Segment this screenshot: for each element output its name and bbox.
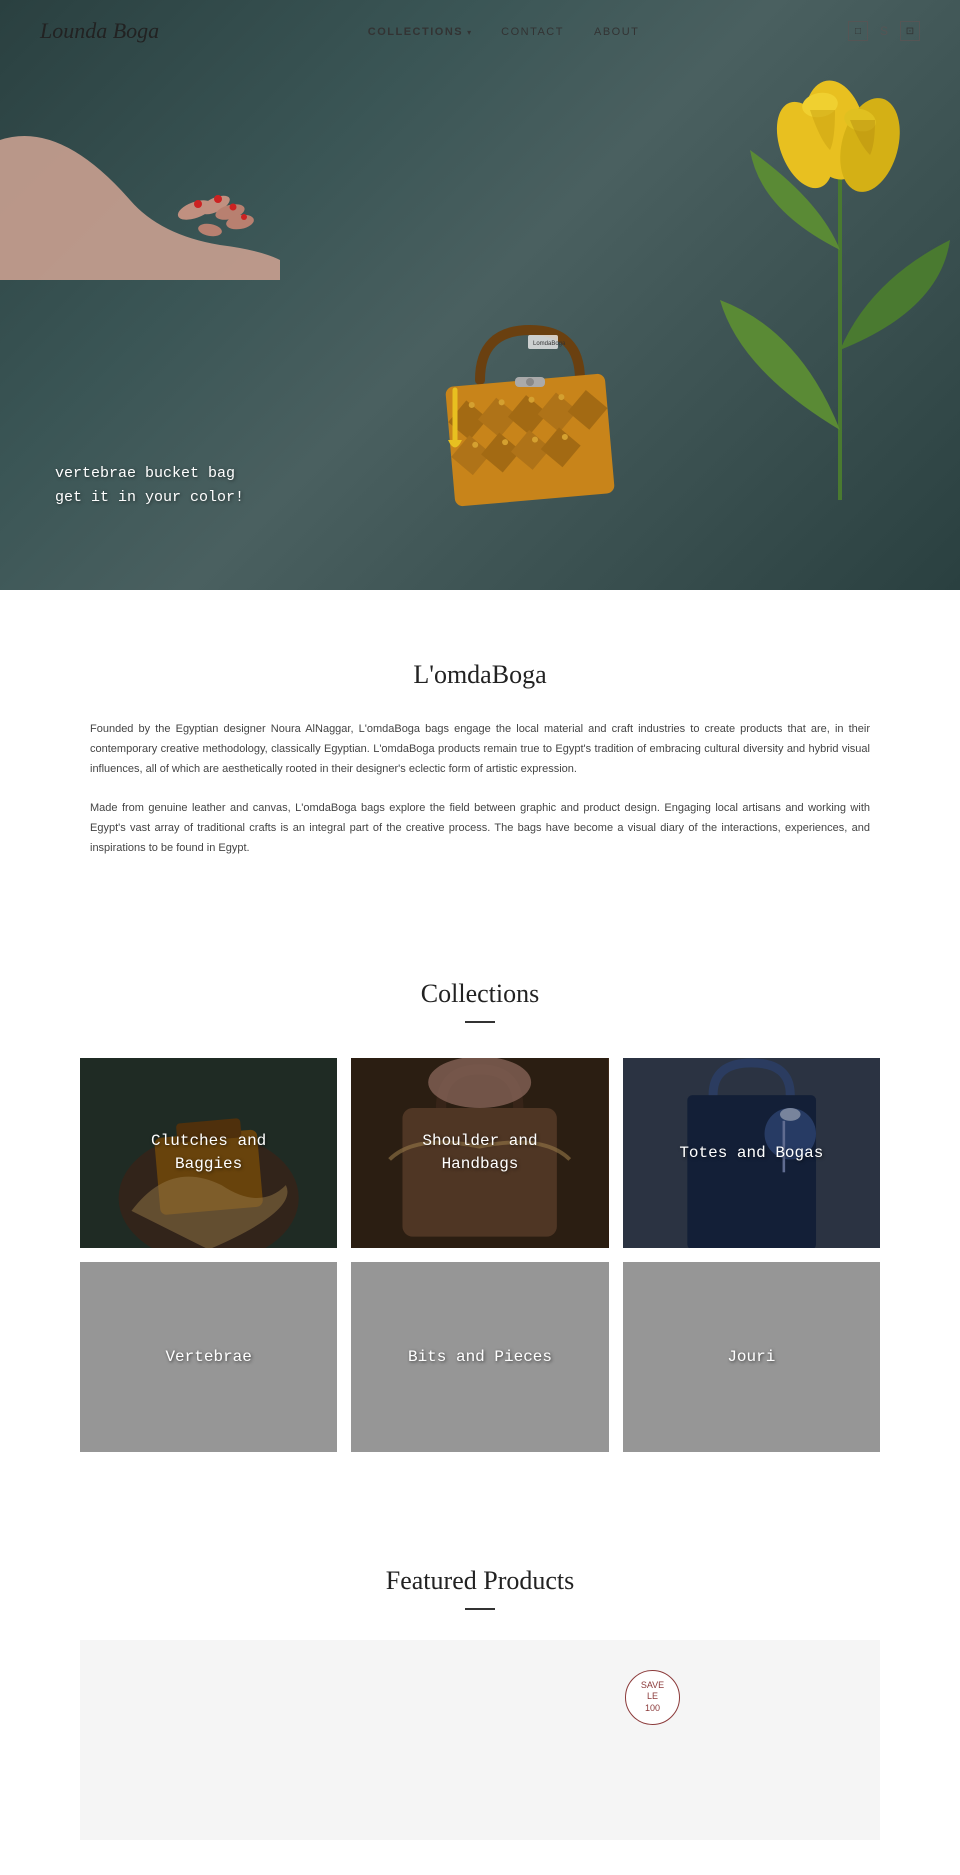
hero-tagline-line2: get it in your color! xyxy=(55,486,244,510)
nav-item-collections[interactable]: COLLECTIONS ▾ xyxy=(368,22,471,40)
card-label-totes: Totes and Bogas xyxy=(669,1132,833,1174)
about-paragraph-1: Founded by the Egyptian designer Noura A… xyxy=(90,720,870,779)
collection-card-bits[interactable]: Bits and Pieces xyxy=(351,1262,608,1452)
card-label-shoulder: Shoulder andHandbags xyxy=(412,1120,547,1185)
card-overlay-vertebrae: Vertebrae xyxy=(80,1262,337,1452)
featured-section: Featured Products SAVE LE 100 xyxy=(0,1516,960,1870)
collections-title: Collections xyxy=(80,979,880,1009)
nav-icon-s[interactable]: S xyxy=(880,24,888,38)
nav-links: COLLECTIONS ▾ CONTACT ABOUT xyxy=(368,22,640,40)
hero-tagline: vertebrae bucket bag get it in your colo… xyxy=(55,462,244,510)
hero-bag-illustration: LomdaBoga xyxy=(420,310,620,490)
card-overlay-clutches: Clutches andBaggies xyxy=(80,1058,337,1248)
card-label-vertebrae: Vertebrae xyxy=(155,1336,261,1378)
hero-hand-illustration xyxy=(0,60,280,260)
save-badge-line3: 100 xyxy=(645,1703,660,1715)
hero-section: LomdaBoga vertebrae bucket bag get it in… xyxy=(0,0,960,590)
about-paragraph-2: Made from genuine leather and canvas, L'… xyxy=(90,799,870,858)
card-overlay-shoulder: Shoulder andHandbags xyxy=(351,1058,608,1248)
navigation: Lounda Boga COLLECTIONS ▾ CONTACT ABOUT … xyxy=(0,0,960,62)
nav-item-contact[interactable]: CONTACT xyxy=(501,22,564,40)
bag-svg: LomdaBoga xyxy=(420,310,640,510)
save-badge-line2: LE xyxy=(647,1691,658,1703)
card-overlay-jouri: Jouri xyxy=(623,1262,880,1452)
collection-card-totes[interactable]: Totes and Bogas xyxy=(623,1058,880,1248)
hero-tagline-line1: vertebrae bucket bag xyxy=(55,462,244,486)
collection-card-clutches[interactable]: Clutches andBaggies xyxy=(80,1058,337,1248)
nav-icon-search[interactable]: □ xyxy=(848,21,868,41)
collections-section: Collections Clutches andBaggies xyxy=(0,939,960,1516)
card-label-clutches: Clutches andBaggies xyxy=(141,1120,276,1185)
about-title: L'omdaBoga xyxy=(90,660,870,690)
hero-plant-illustration xyxy=(660,50,960,500)
card-overlay-bits: Bits and Pieces xyxy=(351,1262,608,1452)
nav-link-collections[interactable]: COLLECTIONS xyxy=(368,26,463,38)
site-logo[interactable]: Lounda Boga xyxy=(40,18,159,44)
svg-text:LomdaBoga: LomdaBoga xyxy=(533,341,566,347)
save-badge-line1: SAVE xyxy=(641,1680,664,1692)
collection-card-vertebrae[interactable]: Vertebrae xyxy=(80,1262,337,1452)
card-overlay-totes: Totes and Bogas xyxy=(623,1058,880,1248)
nav-item-about[interactable]: ABOUT xyxy=(594,22,639,40)
chevron-down-icon: ▾ xyxy=(467,28,471,37)
hand-svg xyxy=(0,60,300,280)
collection-card-jouri[interactable]: Jouri xyxy=(623,1262,880,1452)
collections-divider xyxy=(465,1021,495,1023)
save-badge: SAVE LE 100 xyxy=(625,1670,680,1725)
featured-products-area: SAVE LE 100 xyxy=(80,1640,880,1840)
featured-divider xyxy=(465,1608,495,1610)
nav-icons: □ S ⊡ xyxy=(848,21,920,41)
about-section: L'omdaBoga Founded by the Egyptian desig… xyxy=(0,590,960,939)
collection-card-shoulder[interactable]: Shoulder andHandbags xyxy=(351,1058,608,1248)
card-label-bits: Bits and Pieces xyxy=(398,1336,562,1378)
nav-icon-cart[interactable]: ⊡ xyxy=(900,21,920,41)
featured-title: Featured Products xyxy=(80,1566,880,1596)
nav-link-about[interactable]: ABOUT xyxy=(594,26,639,38)
plant-svg xyxy=(660,50,960,500)
nav-link-contact[interactable]: CONTACT xyxy=(501,26,564,38)
collections-grid: Clutches andBaggies Shoulder andHandbags xyxy=(80,1058,880,1452)
card-label-jouri: Jouri xyxy=(717,1336,785,1378)
